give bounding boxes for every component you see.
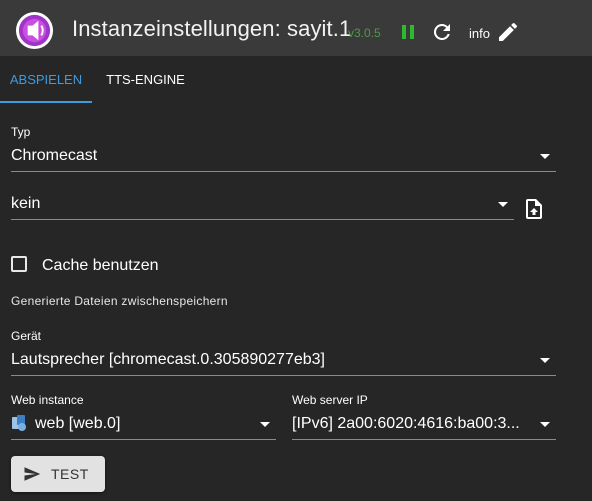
tab-tts-engine[interactable]: TTS-ENGINE	[92, 56, 199, 104]
title-bar: Instanzeinstellungen: sayit.1 v3.0.5 inf…	[0, 0, 592, 56]
web-adapter-icon	[12, 415, 26, 431]
web-server-ip-label: Web server IP	[292, 393, 368, 407]
type-value: Chromecast	[11, 147, 98, 164]
type-select[interactable]: Chromecast	[11, 141, 556, 172]
send-icon	[24, 467, 41, 481]
test-button-label: TEST	[51, 466, 89, 482]
web-instance-label: Web instance	[11, 393, 84, 407]
test-button[interactable]: TEST	[11, 456, 105, 492]
page-title: Instanzeinstellungen: sayit.1	[72, 16, 352, 41]
reload-icon[interactable]	[430, 20, 454, 44]
edit-icon[interactable]	[496, 20, 520, 44]
tab-indicator	[0, 101, 92, 103]
chevron-down-icon	[498, 202, 508, 207]
info-link[interactable]: info	[469, 26, 490, 41]
cache-checkbox-label[interactable]: Cache benutzen	[42, 257, 159, 275]
type-label: Typ	[11, 125, 31, 139]
chevron-down-icon	[540, 154, 550, 159]
cache-helper-text: Generierte Dateien zwischenspeichern	[11, 294, 228, 308]
web-instance-select[interactable]: web [web.0]	[11, 409, 276, 440]
tab-abspielen[interactable]: ABSPIELEN	[0, 56, 92, 104]
device-value: Lautsprecher [chromecast.0.305890277eb3]	[11, 351, 325, 368]
cache-checkbox[interactable]	[11, 256, 27, 272]
web-server-ip-value: [IPv6] 2a00:6020:4616:ba00:3...	[292, 415, 520, 432]
web-server-ip-select[interactable]: [IPv6] 2a00:6020:4616:ba00:3...	[292, 409, 556, 440]
device-label: Gerät	[11, 329, 42, 343]
announce-value: kein	[11, 195, 41, 212]
chevron-down-icon	[540, 358, 550, 363]
announce-select[interactable]: kein	[11, 189, 514, 220]
app-logo	[15, 11, 54, 50]
device-select[interactable]: Lautsprecher [chromecast.0.305890277eb3]	[11, 345, 556, 376]
chevron-down-icon	[540, 422, 550, 427]
version-label: v3.0.5	[348, 26, 381, 40]
pause-icon[interactable]	[396, 20, 420, 44]
web-instance-value: web [web.0]	[35, 415, 121, 432]
upload-file-icon[interactable]	[522, 197, 546, 221]
chevron-down-icon	[260, 422, 270, 427]
tab-bar: ABSPIELEN TTS-ENGINE	[0, 56, 592, 104]
